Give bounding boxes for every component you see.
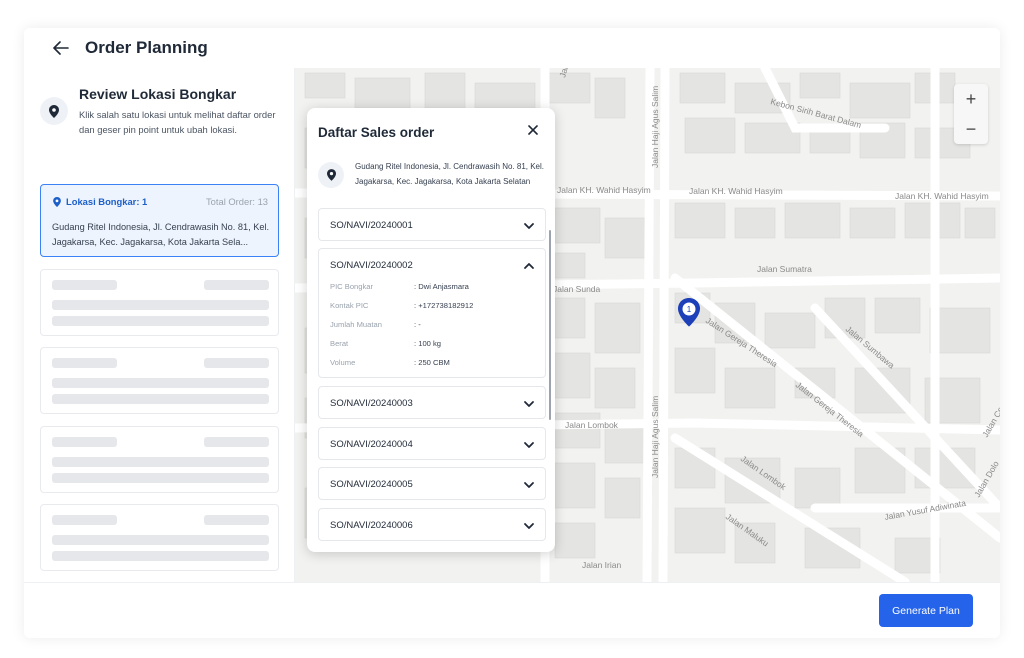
detail-value: : 100 kg [414, 339, 442, 348]
chevron-down-icon [524, 523, 534, 529]
skeleton-line [52, 358, 117, 368]
zoom-controls: + − [954, 84, 988, 144]
sidebar: Review Lokasi Bongkar Klik salah satu lo… [24, 68, 295, 582]
location-pin-small-icon [53, 196, 61, 207]
location-card[interactable]: Lokasi Bongkar: 1 Total Order: 13 Gudang… [40, 184, 279, 257]
skeleton-line [52, 316, 269, 326]
generate-plan-button[interactable]: Generate Plan [879, 594, 973, 627]
street-label: Jalan Haji Agus Salim [650, 86, 660, 168]
location-pin-icon [40, 97, 68, 125]
location-label-text: Lokasi Bongkar: 1 [66, 196, 148, 207]
sales-order-item[interactable]: SO/NAVI/20240001 [318, 208, 546, 241]
skeleton-line [52, 378, 269, 388]
panel-address: Gudang Ritel Indonesia, Jl. Cendrawasih … [355, 162, 544, 186]
sales-order-id: SO/NAVI/20240005 [330, 479, 413, 490]
skeleton-line [204, 515, 269, 525]
street-label: Jalan KH. Wahid Hasyim [689, 186, 783, 196]
detail-key: Kontak PIC [330, 301, 369, 310]
detail-value: : Dwi Anjasmara [414, 282, 469, 291]
chevron-down-icon [524, 482, 534, 488]
sales-order-item[interactable]: SO/NAVI/20240005 [318, 467, 546, 500]
skeleton-line [52, 394, 269, 404]
zoom-out-button[interactable]: − [954, 114, 988, 144]
chevron-down-icon [524, 401, 534, 407]
location-pin-icon [318, 162, 344, 188]
skeleton-line [52, 280, 117, 290]
skeleton-line [204, 437, 269, 447]
location-address: Gudang Ritel Indonesia, Jl. Cendrawasih … [52, 222, 270, 247]
skeleton-card [40, 269, 279, 336]
map-pin-number: 1 [687, 305, 692, 314]
detail-key: PIC Bongkar [330, 282, 374, 291]
street-label: Jalan KH. Wahid Hasyim [557, 185, 651, 195]
chevron-down-icon [524, 223, 534, 229]
street-label: Jalan Haji Agus Salim [650, 396, 660, 478]
sales-order-item[interactable]: SO/NAVI/20240006 [318, 508, 546, 541]
skeleton-card [40, 426, 279, 493]
skeleton-card [40, 504, 279, 571]
street-label: Jalan Sunda [553, 284, 601, 294]
detail-value: : +172738182912 [414, 301, 474, 310]
page-title: Order Planning [85, 38, 208, 57]
sales-order-item[interactable]: SO/NAVI/20240003 [318, 386, 546, 419]
review-title: Review Lokasi Bongkar [79, 86, 237, 102]
sales-order-id: SO/NAVI/20240003 [330, 398, 413, 409]
zoom-in-button[interactable]: + [954, 84, 988, 114]
sales-order-id: SO/NAVI/20240001 [330, 220, 413, 231]
sales-order-item[interactable]: SO/NAVI/20240004 [318, 427, 546, 460]
street-label: Jalan KH. Wahid Hasyim [895, 191, 989, 201]
skeleton-line [52, 437, 117, 447]
location-card-header: Lokasi Bongkar: 1 Total Order: 13 [53, 196, 268, 207]
chevron-up-icon [524, 263, 534, 269]
panel-scrollbar[interactable] [549, 230, 551, 420]
app-window: Order Planning Review Lokasi Bongkar Kli… [24, 28, 1000, 638]
review-description: Klik salah satu lokasi untuk melihat daf… [79, 109, 276, 135]
skeleton-line [204, 358, 269, 368]
total-order: Total Order: 13 [205, 196, 268, 207]
skeleton-line [52, 551, 269, 561]
skeleton-line [52, 473, 269, 483]
detail-value: : 250 CBM [414, 358, 450, 367]
street-label: Jalan Sumatra [757, 264, 812, 274]
street-label: Jalan Irian [582, 560, 621, 570]
detail-key: Berat [330, 339, 349, 348]
top-bar: Order Planning [24, 28, 1000, 68]
skeleton-line [52, 457, 269, 467]
sales-order-id: SO/NAVI/20240002 [330, 260, 413, 271]
panel-title: Daftar Sales order [318, 125, 435, 140]
skeleton-line [52, 300, 269, 310]
detail-key: Volume [330, 358, 356, 367]
skeleton-line [52, 515, 117, 525]
skeleton-line [52, 535, 269, 545]
sales-order-id: SO/NAVI/20240006 [330, 520, 413, 531]
skeleton-card [40, 347, 279, 414]
sales-order-panel: Daftar Sales order Gudang Ritel Indonesi… [307, 108, 555, 552]
back-arrow-icon[interactable] [51, 38, 71, 58]
chevron-down-icon [524, 442, 534, 448]
street-label: Jalan Lombok [565, 420, 619, 430]
location-label: Lokasi Bongkar: 1 [53, 196, 147, 207]
sales-order-item-expanded[interactable]: SO/NAVI/20240002 PIC Bongkar : Dwi Anjas… [318, 248, 546, 378]
sales-order-id: SO/NAVI/20240004 [330, 439, 413, 450]
detail-value: : - [414, 320, 421, 329]
footer-bar: Generate Plan [24, 582, 1000, 638]
close-icon[interactable] [525, 122, 541, 138]
detail-key: Jumlah Muatan [330, 320, 382, 329]
skeleton-line [204, 280, 269, 290]
